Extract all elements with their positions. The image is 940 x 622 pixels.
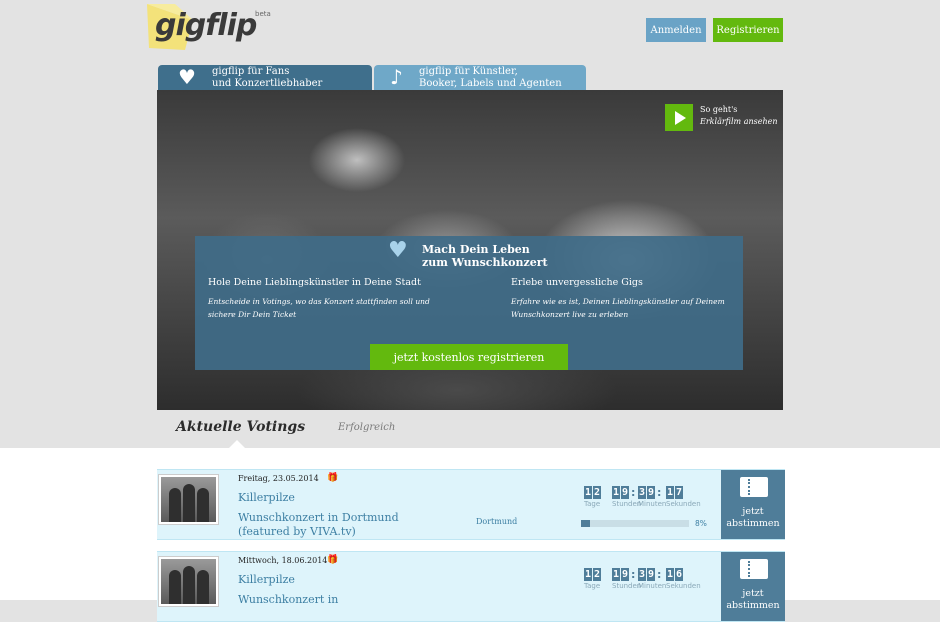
tab-successful[interactable]: Erfolgreich (338, 422, 395, 433)
voting-progress-label: 8% (695, 519, 707, 528)
tab-fans[interactable]: ♥ gigflip für Fans und Konzertliebhaber (158, 65, 372, 90)
vote-label-line1: jetzt (742, 506, 764, 517)
left-text: Entscheide in Votings, wo das Konzert st… (208, 297, 430, 319)
hero-title-line2: zum Wunschkonzert (422, 256, 548, 269)
event-city: Dortmund (476, 517, 518, 526)
event-title[interactable]: Wunschkonzert in Dortmund (featured by V… (238, 511, 428, 539)
tab-fans-line2: und Konzertliebhaber (212, 78, 323, 89)
hero-title-line1: Mach Dein Leben (422, 243, 530, 256)
tab-current-votings[interactable]: Aktuelle Votings (176, 419, 305, 435)
countdown-label-seconds: Sekunden (666, 582, 701, 590)
countdown-hours: 19 Stunden (612, 486, 642, 508)
countdown-label-days: Tage (584, 500, 601, 508)
right-text: Erfahre wie es ist, Deinen Lieblingsküns… (511, 297, 725, 319)
right-heading: Erlebe unvergessliche Gigs (511, 277, 643, 288)
vote-button[interactable]: jetzt abstimmen (721, 552, 785, 621)
countdown-seconds: 17 Sekunden (666, 486, 701, 508)
hero-banner: So geht's Erklärfilm ansehen ♥ Mach Dein… (157, 90, 783, 410)
active-tab-pointer (229, 440, 245, 448)
heart-icon: ♥ (178, 65, 196, 89)
countdown-minutes: 39 Minuten (638, 568, 667, 590)
play-icon (675, 111, 686, 125)
ticket-icon (740, 477, 768, 497)
artist-name[interactable]: Killerpilze (238, 491, 295, 504)
countdown-label-seconds: Sekunden (666, 500, 701, 508)
vote-label-line1: jetzt (742, 588, 764, 599)
video-title: So geht's (700, 105, 738, 114)
hero-title: Mach Dein Leben zum Wunschkonzert (422, 243, 548, 269)
music-note-icon: ♪ (390, 65, 403, 89)
tab-artists-line2: Booker, Labels und Agenten (419, 78, 562, 89)
countdown-label-minutes: Minuten (638, 582, 667, 590)
left-heading: Hole Deine Lieblingskünstler in Deine St… (208, 277, 421, 288)
voting-card[interactable]: Freitag, 23.05.2014 🎁 Killerpilze Wunsch… (157, 469, 785, 540)
countdown-label-hours: Stunden (612, 582, 642, 590)
voting-date: Freitag, 23.05.2014 (238, 474, 319, 483)
hero-info-box: ♥ Mach Dein Leben zum Wunschkonzert Hole… (195, 236, 743, 370)
login-button[interactable]: Anmelden (646, 18, 706, 42)
event-title[interactable]: Wunschkonzert in (238, 593, 428, 607)
register-free-button[interactable]: jetzt kostenlos registrieren (370, 344, 568, 370)
countdown-days: 12 Tage (584, 486, 601, 508)
video-subtitle: Erklärfilm ansehen (700, 117, 778, 126)
countdown-seconds: 16 Sekunden (666, 568, 701, 590)
artist-thumbnail (158, 556, 219, 607)
gift-icon: 🎁 (327, 555, 339, 565)
countdown-minutes: 39 Minuten (638, 486, 667, 508)
beta-badge: beta (255, 10, 271, 18)
countdown: 12 Tage 19 Stunden : 39 Minuten : 16 Sek… (584, 568, 701, 590)
artist-name[interactable]: Killerpilze (238, 573, 295, 586)
vote-label-line2: abstimmen (726, 518, 780, 529)
countdown-label-hours: Stunden (612, 500, 642, 508)
voting-date: Mittwoch, 18.06.2014 (238, 556, 328, 565)
countdown-hours: 19 Stunden (612, 568, 642, 590)
artist-thumbnail (158, 474, 219, 525)
vote-button[interactable]: jetzt abstimmen (721, 470, 785, 539)
logo-text: gigflip (155, 8, 257, 43)
countdown-label-minutes: Minuten (638, 500, 667, 508)
voting-progress-bar (581, 520, 689, 527)
ticket-icon (740, 559, 768, 579)
tab-artists-line1: gigflip für Künstler, (419, 66, 518, 77)
voting-card[interactable]: Mittwoch, 18.06.2014 🎁 Killerpilze Wunsc… (157, 551, 785, 622)
voting-progress-fill (581, 520, 590, 527)
countdown-label-days: Tage (584, 582, 601, 590)
vote-label-line2: abstimmen (726, 600, 780, 611)
tab-fans-line1: gigflip für Fans (212, 66, 290, 77)
register-button[interactable]: Registrieren (713, 18, 783, 42)
video-link[interactable]: So geht's Erklärfilm ansehen (700, 104, 778, 128)
heart-icon: ♥ (388, 238, 408, 263)
gift-icon: 🎁 (327, 473, 339, 483)
tab-artists[interactable]: ♪ gigflip für Künstler, Booker, Labels u… (374, 65, 586, 90)
play-video-button[interactable] (665, 104, 693, 131)
countdown-days: 12 Tage (584, 568, 601, 590)
gigflip-logo[interactable]: gigflip beta (145, 2, 275, 54)
countdown: 12 Tage 19 Stunden : 39 Minuten : 17 Sek… (584, 486, 701, 508)
